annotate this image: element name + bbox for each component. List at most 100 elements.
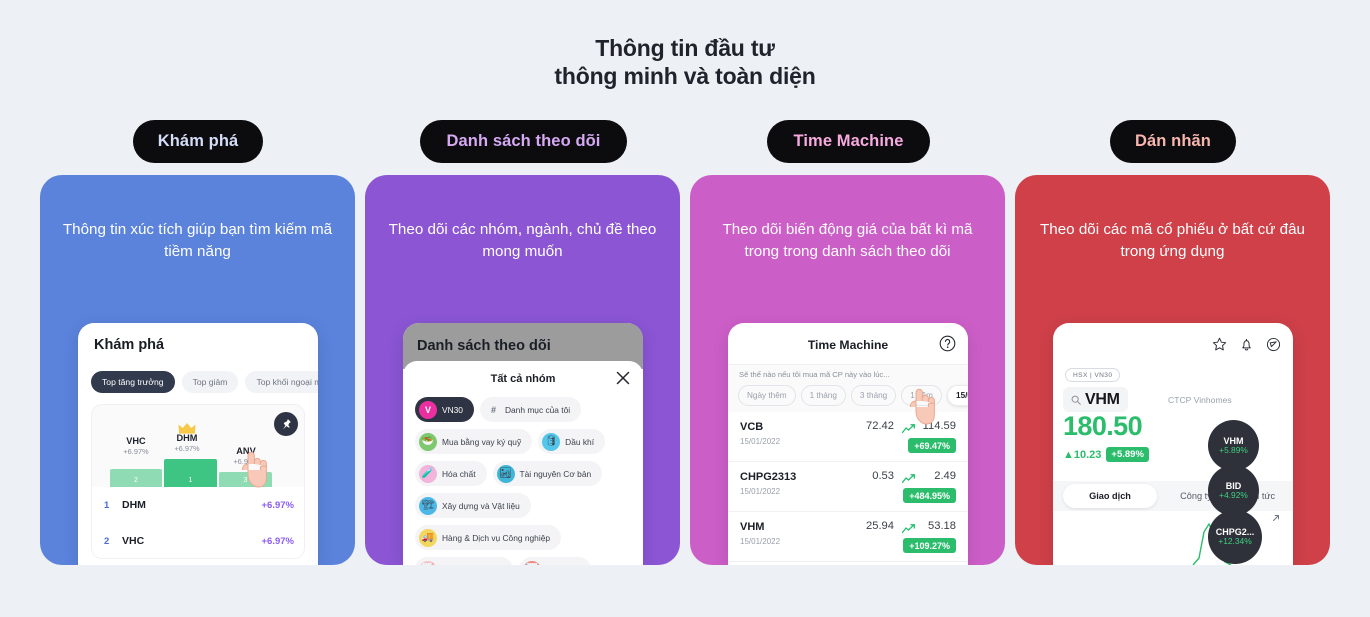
group-chip-hoa-chat[interactable]: 🧪 Hóa chất xyxy=(415,461,487,486)
price-change-value: ▲10.23 xyxy=(1063,449,1101,461)
podium-bar-1: 1 xyxy=(164,459,217,487)
group-chip-top-giam[interactable]: 📉 Top giảm xyxy=(519,557,591,565)
tab-danh-sach-theo-doi[interactable]: Danh sách theo dõi xyxy=(420,120,627,163)
floating-bubble-vhm[interactable]: VHM +5.89% xyxy=(1208,420,1259,471)
close-icon[interactable] xyxy=(615,370,631,386)
discover-filter-tabs: Top tăng trưởng Top giảm Top khối ngoại … xyxy=(91,371,318,393)
tab-time-machine[interactable]: Time Machine xyxy=(767,120,930,163)
bubble-change: +12.34% xyxy=(1218,536,1252,547)
price-change-badge: +5.89% xyxy=(1106,447,1149,462)
row-symbol: VHC xyxy=(122,535,145,547)
delta-number: 10.23 xyxy=(1073,448,1102,461)
star-icon[interactable] xyxy=(1212,337,1227,352)
row-change: +6.97% xyxy=(261,535,295,547)
list-item[interactable]: 1 DHM +6.97% xyxy=(92,487,304,523)
row-price-from: 72.42 xyxy=(866,420,894,432)
phone-mockup-time-machine: Time Machine Sẽ thế nào nếu tôi mua mã C… xyxy=(728,323,968,565)
floating-bubble-chpg[interactable]: CHPG2... +12.34% xyxy=(1208,510,1262,564)
phone-action-icons xyxy=(1212,337,1281,352)
podium-pct-1: +6.97% xyxy=(174,444,200,453)
bell-icon[interactable] xyxy=(1239,337,1254,352)
group-chip-danh-muc-cua-toi[interactable]: # Danh mục của tôi xyxy=(479,397,582,422)
group-chip-tai-nguyen-co-ban[interactable]: 🏜 Tài nguyên Cơ bản xyxy=(492,461,603,486)
bubble-change: +4.92% xyxy=(1219,489,1248,500)
feature-tab-row: Khám phá Danh sách theo dõi Time Machine… xyxy=(0,120,1370,164)
group-chip-mua-bang-vay-ky-quy[interactable]: 🥗 Mua bằng vay ký quỹ xyxy=(415,429,533,454)
industry-icon: 🚚 xyxy=(419,528,437,547)
row-rank: 2 xyxy=(104,535,110,547)
resource-icon: 🏜 xyxy=(496,464,515,483)
filter-tab-top-tang-truong[interactable]: Top tăng trưởng xyxy=(91,371,175,393)
search-icon xyxy=(1071,395,1081,405)
segment-3-thang[interactable]: 3 tháng xyxy=(850,385,897,406)
group-chip-xay-dung-vat-lieu[interactable]: 🏗 Xây dựng và Vật liệu xyxy=(415,493,531,518)
tab-kham-pha[interactable]: Khám phá xyxy=(133,120,263,163)
hand-cursor-icon xyxy=(241,451,267,488)
feature-card-kham-pha: Thông tin xúc tích giúp bạn tìm kiếm mã … xyxy=(40,175,355,565)
group-chip-top-tang-truong[interactable]: 📈 Top tăng trưởng xyxy=(415,557,513,565)
page-title: Thông tin đầu tư thông minh và toàn diện xyxy=(0,34,1370,91)
row-change: +6.97% xyxy=(261,499,295,511)
segment-1-thang[interactable]: 1 tháng xyxy=(800,385,846,406)
group-chip-hang-dich-vu-cong-nghiep[interactable]: 🚚 Hàng & Dịch vụ Công nghiệp xyxy=(415,525,562,550)
chip-label: Danh mục của tôi xyxy=(504,404,571,415)
table-row[interactable]: CHPG2313 15/01/2022 0.53 2.49 +484.95% xyxy=(728,462,968,512)
phone-mockup-watchlist: Danh sách theo dõi Tất cả nhóm V VN30 # … xyxy=(403,323,643,565)
table-row[interactable]: VHM 15/01/2022 25.94 53.18 +109.27% xyxy=(728,512,968,562)
pin-icon xyxy=(283,419,291,430)
segment-custom-date[interactable]: 15/01/2022 xyxy=(947,385,968,406)
tab-giao-dich[interactable]: Giao dịch xyxy=(1063,484,1157,508)
group-chip-dau-khi[interactable]: 🛢 Dầu khí xyxy=(538,429,606,454)
time-machine-question: Sẽ thế nào nếu tôi mua mã CP này vào lúc… xyxy=(739,370,890,379)
chat-icon[interactable] xyxy=(1266,337,1281,352)
feature-card-dan-nhan: Theo dõi các mã cổ phiếu ở bất cứ đâu tr… xyxy=(1015,175,1330,565)
podium-label-1: DHM +6.97% xyxy=(159,433,215,453)
headline-line-1: Thông tin đầu tư xyxy=(595,35,775,61)
chip-label: Hàng & Dịch vụ Công nghiệp xyxy=(442,532,551,543)
row-date: 15/01/2022 xyxy=(740,437,781,446)
podium-label-2: VHC +6.97% xyxy=(108,436,164,456)
feature-card-caption: Theo dõi các nhóm, ngành, chủ đề theo mo… xyxy=(388,221,657,261)
row-price-from: 25.94 xyxy=(866,520,894,532)
podium-symbol-2: VHC xyxy=(126,436,146,446)
row-change-badge: +69.47% xyxy=(908,438,956,453)
chip-label: Xây dựng và Vật liệu xyxy=(442,500,520,511)
top-movers-panel: VHC +6.97% DHM +6.97% ANV +6.92% 2 1 3 1… xyxy=(91,404,305,559)
price-change-group: ▲10.23 +5.89% xyxy=(1063,447,1149,462)
filter-tab-top-giam[interactable]: Top giảm xyxy=(181,371,239,393)
construction-icon: 🏗 xyxy=(419,496,437,515)
stock-price: 180.50 xyxy=(1063,411,1143,441)
feature-card-time-machine: Theo dõi biến động giá của bất kì mã tro… xyxy=(690,175,1005,565)
podium-chart: VHC +6.97% DHM +6.97% ANV +6.92% 2 1 3 xyxy=(92,405,304,487)
row-price-to: 2.49 xyxy=(934,470,956,482)
row-date: 15/01/2022 xyxy=(740,487,781,496)
filter-tab-top-khoi-ngoai[interactable]: Top khối ngoại mua ròng xyxy=(245,371,318,393)
stock-symbol: VHM xyxy=(1085,390,1120,408)
chemical-icon: 🧪 xyxy=(419,464,437,483)
bubble-change: +5.89% xyxy=(1219,444,1248,455)
row-change-badge: +484.95% xyxy=(903,488,956,503)
feature-card-watchlist: Theo dõi các nhóm, ngành, chủ đề theo mo… xyxy=(365,175,680,565)
segment-ngay-them[interactable]: Ngày thêm xyxy=(738,385,796,406)
help-circle-icon[interactable] xyxy=(939,335,956,352)
chip-label: Top giảm xyxy=(546,565,580,566)
time-machine-results: VCB 15/01/2022 72.42 114.59 +69.47% CHPG… xyxy=(728,412,968,562)
chip-label: Mua bằng vay ký quỹ xyxy=(442,436,522,447)
podium-rank-1: 1 xyxy=(188,477,193,484)
up-arrow-icon: ▲ xyxy=(1063,448,1074,461)
company-name: CTCP Vinhomes xyxy=(1168,395,1232,405)
group-chip-vn30[interactable]: V VN30 xyxy=(415,397,474,422)
symbol-search-box[interactable]: VHM xyxy=(1063,387,1128,412)
pin-button[interactable] xyxy=(274,412,298,436)
floating-bubble-bid[interactable]: BID +4.92% xyxy=(1208,465,1259,516)
list-item[interactable]: 2 VHC +6.97% xyxy=(92,523,304,558)
phone-mockup-stock-detail: HSX | VN30 VHM CTCP Vinhomes 180.50 ▲10.… xyxy=(1053,323,1293,565)
vn30-avatar-icon: V xyxy=(419,400,437,419)
sheet-title: Tất cả nhóm xyxy=(490,373,556,385)
oil-icon: 🛢 xyxy=(542,432,561,451)
chip-label: Dầu khí xyxy=(565,436,595,447)
row-symbol: CHPG2313 xyxy=(740,471,797,483)
podium-symbol-1: DHM xyxy=(176,433,198,443)
chart-down-icon: 📉 xyxy=(523,560,541,565)
tab-dan-nhan[interactable]: Dán nhãn xyxy=(1110,120,1236,163)
